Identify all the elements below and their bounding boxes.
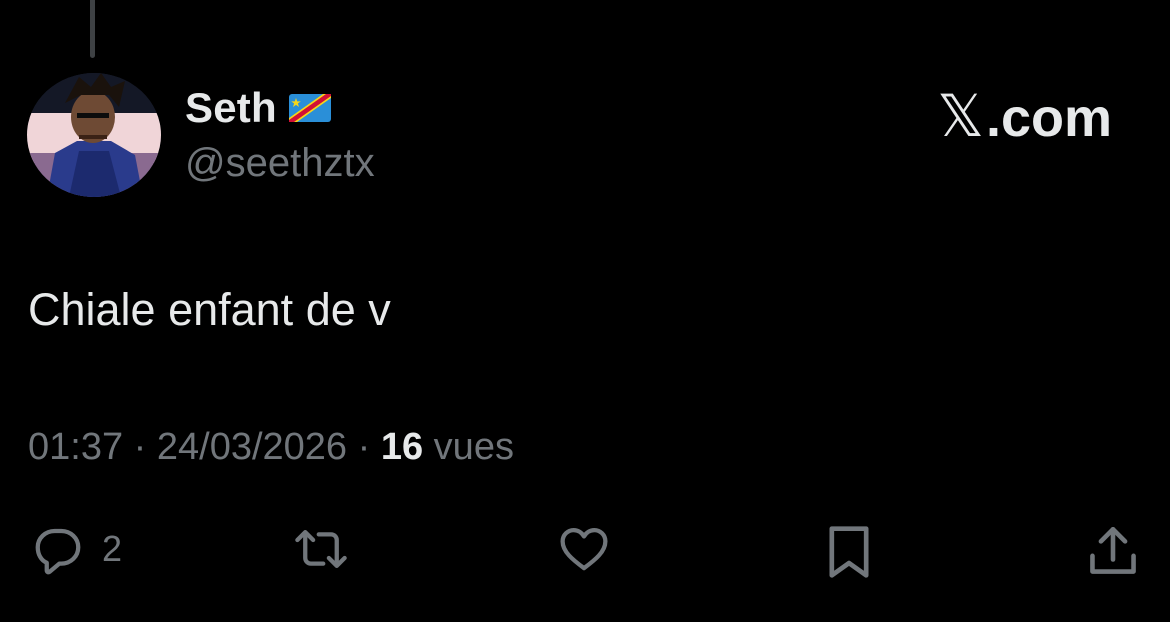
reply-icon [35,528,81,575]
tweet-meta: 01:37 · 24/03/2026 · 16 vues [28,426,514,469]
heart-icon [560,527,608,571]
avatar[interactable] [27,73,161,197]
author-name-row[interactable]: Seth [185,84,331,132]
tweet-date[interactable]: 24/03/2026 [157,426,347,469]
bookmark-icon [829,526,869,578]
author-handle[interactable]: @seethztx [185,141,375,186]
avatar-image [27,73,161,197]
thread-connector-line [90,0,95,58]
meta-separator: · [123,426,157,468]
author-display-name[interactable]: Seth [185,84,277,132]
share-button[interactable] [1084,522,1142,580]
flag-dr-congo-icon [288,94,331,122]
bookmark-button[interactable] [822,522,876,582]
meta-separator: · [347,426,381,468]
x-logo-icon: 𝕏 [937,82,984,150]
tweet-text: Chiale enfant de v [28,284,391,335]
like-button[interactable] [554,522,614,576]
tweet-time[interactable]: 01:37 [28,426,123,469]
views-count[interactable]: 16 [381,426,423,469]
watermark-text: .com [985,88,1112,148]
reply-button[interactable]: 2 [28,522,122,576]
retweet-icon [295,529,347,569]
retweet-button[interactable] [288,522,354,576]
share-icon [1090,526,1136,574]
x-com-watermark: 𝕏 .com [937,82,1112,150]
reply-count: 2 [102,528,123,569]
views-label[interactable]: vues [423,426,514,469]
